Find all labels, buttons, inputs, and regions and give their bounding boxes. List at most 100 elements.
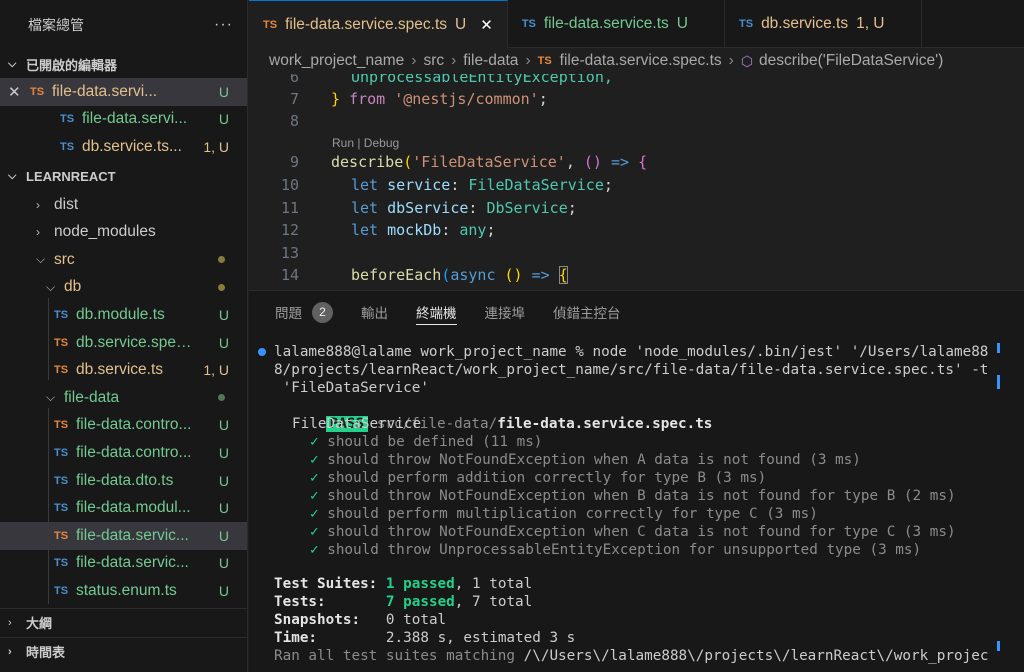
open-editor-item[interactable]: ✕ TS file-data.servi... U [0, 78, 247, 106]
tree-file[interactable]: TS file-data.contro... U [0, 439, 247, 467]
check-icon: ✓ [310, 488, 319, 504]
typescript-file-icon: TS [54, 557, 69, 570]
project-section[interactable]: ⌵ LEARNREACT [0, 163, 247, 191]
code-line: 9 describe('FileDataService', () => { [249, 151, 647, 174]
test-name: should throw UnprocessableEntityExceptio… [327, 542, 922, 558]
tree-file-selected[interactable]: TS file-data.servic... U [0, 521, 247, 550]
tab-output[interactable]: 輸出 [361, 291, 388, 333]
typescript-file-icon: TS [54, 336, 69, 349]
code-line: 10 let service: FileDataService; [249, 174, 613, 197]
tree-item-name: file-data.servic... [76, 554, 189, 572]
tree-file[interactable]: TS status.enum.ts U [0, 577, 247, 605]
tree-file[interactable]: TS file-data.dto.ts U [0, 467, 247, 495]
code-token: DbService [486, 199, 568, 218]
tab-file-data-service-spec[interactable]: TS file-data.service.spec.ts U ✕ [249, 0, 508, 48]
tree-file[interactable]: TS db.service.spec.... U [0, 329, 247, 357]
test-name: should throw NotFoundException when C da… [327, 524, 956, 540]
indent-guide [48, 408, 49, 604]
test-name: should be defined (11 ms) [327, 434, 543, 450]
ran-all-text: Ran all test suites matching [274, 648, 524, 664]
editor-tabs: TS file-data.service.spec.ts U ✕ TS file… [249, 0, 1024, 48]
tree-folder-db[interactable]: ⌵ db [0, 274, 247, 302]
typescript-file-icon: TS [54, 308, 69, 321]
codelens-run-debug[interactable]: Run | Debug [332, 136, 399, 150]
typescript-file-icon: TS [54, 474, 69, 487]
close-icon[interactable]: ✕ [0, 83, 30, 101]
code-token: dbService [387, 199, 469, 218]
code-token: mockDb [387, 221, 442, 240]
terminal-line: PASS src/file-data/file-data.service.spe… [274, 397, 712, 432]
tab-file-data-service[interactable]: TS file-data.service.ts U [508, 0, 725, 48]
tree-folder-dist[interactable]: › dist [0, 191, 247, 219]
tab-label: 問題 [275, 306, 302, 321]
more-actions-icon[interactable]: ··· [214, 16, 233, 34]
typescript-file-icon: TS [54, 446, 69, 459]
chevron-down-icon: ⌵ [8, 57, 17, 70]
breadcrumb-item[interactable]: src [423, 52, 444, 70]
code-editor[interactable]: 6 UnprocessableEntityException, 7 } from… [249, 74, 1024, 290]
tab-debug-console[interactable]: 偵錯主控台 [553, 291, 621, 333]
tab-label: 偵錯主控台 [553, 306, 621, 321]
summary-value: 0 total [385, 612, 447, 628]
test-name: should perform multiplication correctly … [327, 506, 818, 522]
breadcrumb-item[interactable]: file-data.service.spec.ts [560, 52, 722, 70]
tree-folder-src[interactable]: ⌵ src [0, 246, 247, 274]
breadcrumb-item[interactable]: file-data [463, 52, 518, 70]
tree-folder-file-data[interactable]: ⌵ file-data [0, 384, 247, 412]
test-name: should throw NotFoundException when B da… [327, 488, 956, 504]
tree-folder-node-modules[interactable]: › node_modules [0, 218, 247, 246]
code-token: beforeEach [351, 266, 442, 285]
open-editor-name: db.service.ts... [82, 137, 182, 155]
summary-suites: Test Suites: 1 passed, 1 total [274, 575, 532, 593]
close-icon[interactable]: ✕ [480, 16, 493, 34]
tree-item-name: file-data.dto.ts [76, 471, 174, 489]
test-result-line: ✓ should perform addition correctly for … [310, 469, 766, 487]
terminal-output[interactable]: lalame888@lalame work_project_name % nod… [249, 343, 1004, 672]
tree-file[interactable]: TS file-data.modul... U [0, 494, 247, 522]
tab-db-service[interactable]: TS db.service.ts 1, U [725, 0, 922, 48]
open-editor-item[interactable]: TS file-data.servi... U [0, 106, 247, 134]
tree-item-name: db.service.ts [76, 361, 164, 379]
line-number: 7 [289, 90, 299, 109]
line-number: 10 [280, 176, 299, 195]
tab-label: 連接埠 [484, 306, 526, 321]
check-icon: ✓ [310, 434, 319, 450]
tab-ports[interactable]: 連接埠 [485, 291, 526, 333]
summary-total: , 7 total [454, 594, 533, 610]
tab-terminal[interactable]: 終端機 [416, 291, 457, 333]
ran-all-path: /\/Users\/lalame888\/projects\/learnReac… [523, 648, 989, 664]
open-editors-section[interactable]: ⌵ 已開啟的編輯器 [0, 50, 247, 78]
code-token: FileDataService [468, 176, 604, 195]
chevron-right-icon: › [411, 52, 417, 69]
tree-file[interactable]: TS file-data.servic... U [0, 550, 247, 578]
breadcrumb-item[interactable]: work_project_name [269, 52, 404, 70]
tree-file[interactable]: TS file-data.contro... U [0, 412, 247, 440]
code-token: UnprocessableEntityException, [351, 74, 613, 87]
git-status: U [218, 582, 229, 599]
summary-value: 2.388 s, estimated 3 s [385, 630, 576, 646]
summary-tests: Tests: 7 passed, 7 total [274, 593, 532, 611]
tree-item-name: file-data.servic... [76, 526, 189, 544]
line-number: 11 [280, 199, 299, 218]
open-editor-item[interactable]: TS db.service.ts... 1, U [0, 133, 247, 161]
chevron-right-icon: › [36, 225, 40, 240]
tree-file[interactable]: TS db.service.ts 1, U [0, 356, 247, 384]
tree-item-name: node_modules [54, 223, 156, 241]
test-name: should throw NotFoundException when A da… [327, 452, 861, 468]
tree-file[interactable]: TS db.module.ts U [0, 301, 247, 329]
timeline-section[interactable]: › 時間表 [0, 637, 247, 665]
summary-total: , 1 total [454, 576, 533, 592]
chevron-down-icon: ⌵ [36, 252, 46, 267]
terminal-line: 'FileDataService' [274, 380, 429, 396]
outline-section[interactable]: › 大綱 [0, 608, 247, 636]
check-icon: ✓ [310, 506, 319, 522]
test-result-line: ✓ should throw UnprocessableEntityExcept… [310, 541, 921, 559]
explorer-header: 檔案總管 ··· [0, 0, 247, 50]
test-path-file: file-data.service.spec.ts [497, 416, 713, 432]
breadcrumb-symbol[interactable]: describe('FileDataService') [759, 52, 943, 70]
git-status: U [218, 500, 229, 517]
chevron-down-icon: ⌵ [46, 279, 56, 294]
tab-problems[interactable]: 問題 2 [275, 291, 333, 333]
tab-label: 輸出 [361, 306, 388, 321]
typescript-file-icon: TS [54, 419, 69, 432]
